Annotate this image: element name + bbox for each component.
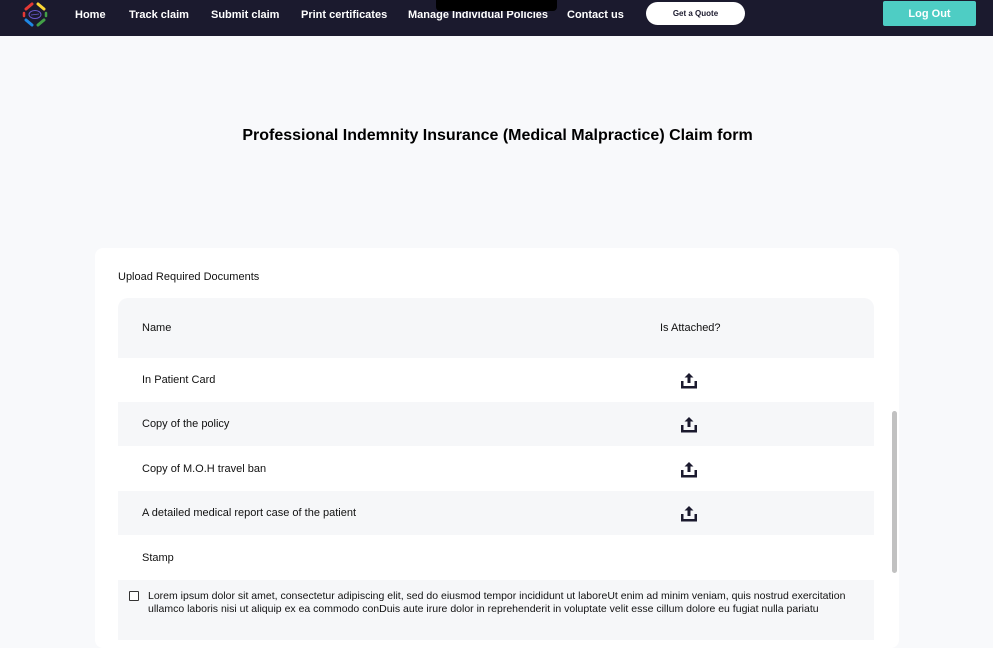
scrollbar-thumb[interactable] bbox=[892, 411, 897, 573]
upload-icon[interactable] bbox=[680, 461, 698, 479]
nav-home[interactable]: Home bbox=[75, 9, 106, 21]
upload-icon[interactable] bbox=[680, 505, 698, 523]
log-out-button[interactable]: Log Out bbox=[883, 1, 976, 26]
table-row: Stamp bbox=[118, 536, 874, 580]
nav-print-certificates[interactable]: Print certificates bbox=[301, 9, 387, 21]
table-header: Name Is Attached? bbox=[118, 298, 874, 358]
table-row: In Patient Card bbox=[118, 358, 874, 402]
upload-icon[interactable] bbox=[680, 372, 698, 390]
nav-track-claim[interactable]: Track claim bbox=[129, 9, 189, 21]
get-a-quote-button[interactable]: Get a Quote bbox=[646, 2, 745, 25]
document-name: A detailed medical report case of the pa… bbox=[142, 507, 357, 519]
consent-text: Lorem ipsum dolor sit amet, consectetur … bbox=[148, 590, 846, 615]
table-row: Copy of M.O.H travel ban bbox=[118, 447, 874, 491]
upload-icon[interactable] bbox=[680, 416, 698, 434]
documents-card: Upload Required Documents Name Is Attach… bbox=[95, 248, 899, 648]
table-row: Copy of the policy bbox=[118, 402, 874, 446]
document-name: Copy of the policy bbox=[142, 418, 230, 430]
section-label: Upload Required Documents bbox=[118, 271, 260, 283]
document-name: In Patient Card bbox=[142, 374, 216, 386]
document-name: Stamp bbox=[142, 552, 174, 564]
nav-dropdown-tab bbox=[436, 0, 557, 11]
nav-submit-claim[interactable]: Submit claim bbox=[211, 9, 279, 21]
nav-contact-us[interactable]: Contact us bbox=[567, 9, 624, 21]
table-row: A detailed medical report case of the pa… bbox=[118, 491, 874, 535]
column-header-is-attached: Is Attached? bbox=[660, 322, 721, 334]
document-name: Copy of M.O.H travel ban bbox=[142, 463, 267, 475]
top-navbar: Home Track claim Submit claim Print cert… bbox=[0, 0, 993, 36]
consent-row: Lorem ipsum dolor sit amet, consectetur … bbox=[118, 580, 874, 640]
column-header-name: Name bbox=[142, 322, 172, 334]
page-title: Professional Indemnity Insurance (Medica… bbox=[242, 127, 753, 144]
consent-checkbox[interactable] bbox=[129, 591, 139, 601]
company-logo[interactable] bbox=[20, 1, 50, 28]
